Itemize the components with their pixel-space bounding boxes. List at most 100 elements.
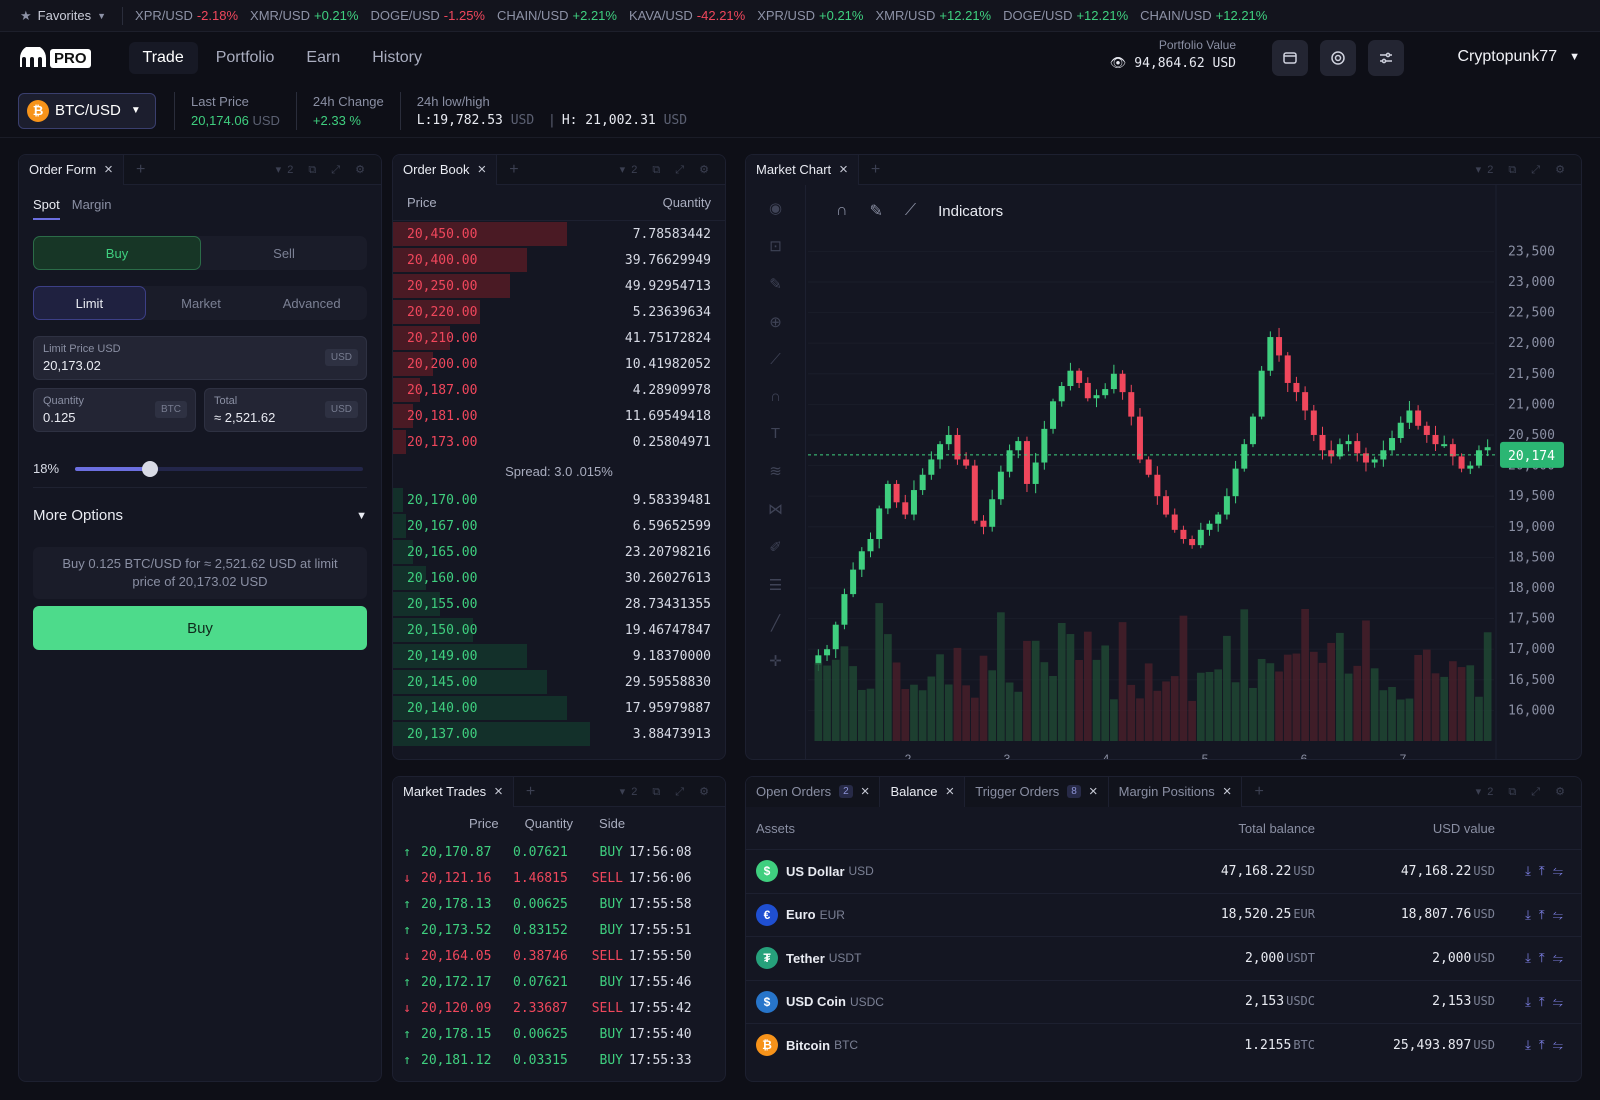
- candlestick-chart[interactable]: 23,500 23,000 22,500 22,000 21,500 21,000 20,5…: [746, 185, 1582, 760]
- deposit-icon[interactable]: ⤓: [1525, 863, 1539, 878]
- bid-row[interactable]: 20,150.00 19.46747847: [393, 617, 725, 643]
- transfer-icon[interactable]: ⇋: [1553, 950, 1571, 965]
- support-button[interactable]: [1320, 40, 1356, 76]
- transfer-icon[interactable]: ⇋: [1553, 1037, 1571, 1052]
- limit-type-tab[interactable]: Limit: [33, 286, 146, 320]
- close-icon[interactable]: ×: [104, 161, 113, 178]
- transfer-icon[interactable]: ⇋: [1553, 863, 1571, 878]
- add-tab-icon[interactable]: +: [509, 161, 518, 179]
- withdraw-icon[interactable]: ⤒: [1539, 863, 1553, 878]
- close-icon[interactable]: ×: [494, 783, 503, 800]
- ask-row[interactable]: 20,173.00 0.25804971: [393, 429, 725, 455]
- ticker-item[interactable]: DOGE/USD +12.21%: [1003, 8, 1128, 23]
- nav-link-earn[interactable]: Earn: [292, 42, 354, 74]
- transfer-icon[interactable]: ⇋: [1553, 907, 1571, 922]
- bid-row[interactable]: 20,145.00 29.59558830: [393, 669, 725, 695]
- limit-price-value[interactable]: 20,173.02: [43, 358, 357, 373]
- logo[interactable]: PRO: [18, 47, 91, 69]
- bid-row[interactable]: 20,170.00 9.58339481: [393, 487, 725, 513]
- ask-row[interactable]: 20,187.00 4.28909978: [393, 377, 725, 403]
- tab-market-trades[interactable]: Market Trades ×: [393, 777, 514, 807]
- ticker-item[interactable]: XMR/USD +12.21%: [875, 8, 991, 23]
- add-tab-icon[interactable]: +: [526, 783, 535, 801]
- bid-row[interactable]: 20,149.00 9.18370000: [393, 643, 725, 669]
- ask-row[interactable]: 20,220.00 5.23639634: [393, 299, 725, 325]
- slider-handle[interactable]: [142, 460, 159, 477]
- close-icon[interactable]: ×: [861, 783, 870, 800]
- ask-row[interactable]: 20,400.00 39.76629949: [393, 247, 725, 273]
- nav-link-history[interactable]: History: [358, 42, 436, 74]
- submit-buy-button[interactable]: Buy: [33, 606, 367, 650]
- withdraw-icon[interactable]: ⤒: [1539, 1037, 1553, 1052]
- panel-controls-icon[interactable]: ▾2 ⧉ ⤢ ⚙: [1476, 163, 1571, 177]
- quantity-slider[interactable]: 18%: [33, 460, 363, 477]
- market-type-tab[interactable]: Market: [146, 286, 257, 320]
- ticker-item[interactable]: DOGE/USD -1.25%: [370, 8, 485, 23]
- deposit-icon[interactable]: ⤓: [1525, 907, 1539, 922]
- ticker-item[interactable]: KAVA/USD -42.21%: [629, 8, 745, 23]
- withdraw-icon[interactable]: ⤒: [1539, 994, 1553, 1009]
- balance-row[interactable]: ₮ Tether USDT 2,000 USDT 2,000 USD ⤓⤒⇋: [746, 936, 1581, 980]
- tab-spot[interactable]: Spot: [33, 197, 60, 220]
- bid-row[interactable]: 20,165.00 23.20798216: [393, 539, 725, 565]
- close-icon[interactable]: ×: [477, 161, 486, 178]
- deposit-icon[interactable]: ⤓: [1525, 994, 1539, 1009]
- tab-margin[interactable]: Margin: [72, 197, 112, 220]
- add-tab-icon[interactable]: +: [136, 161, 145, 179]
- withdraw-icon[interactable]: ⤒: [1539, 907, 1553, 922]
- panel-controls-icon[interactable]: ▾2 ⧉ ⤢ ⚙: [620, 785, 715, 799]
- tab-balance[interactable]: Balance ×: [880, 777, 966, 807]
- more-options-toggle[interactable]: More Options ▼: [33, 507, 367, 524]
- bid-row[interactable]: 20,137.00 3.88473913: [393, 721, 725, 747]
- balance-row[interactable]: ₿ Bitcoin BTC 1.2155 BTC 25,493.897 USD ⤓⤒⇋: [746, 1023, 1581, 1067]
- ticker-item[interactable]: CHAIN/USD +2.21%: [497, 8, 617, 23]
- ask-row[interactable]: 20,210.00 41.75172824: [393, 325, 725, 351]
- bid-row[interactable]: 20,160.00 30.26027613: [393, 565, 725, 591]
- panel-controls-icon[interactable]: ▾2 ⧉ ⤢ ⚙: [1476, 785, 1571, 799]
- advanced-type-tab[interactable]: Advanced: [256, 286, 367, 320]
- pair-selector[interactable]: ₿ BTC/USD ▼: [18, 92, 156, 129]
- tab-order-book[interactable]: Order Book ×: [393, 155, 498, 185]
- deposit-icon[interactable]: ⤓: [1525, 1037, 1539, 1052]
- slider-track[interactable]: [75, 460, 363, 477]
- ticker-item[interactable]: XPR/USD +0.21%: [757, 8, 863, 23]
- ticker-item[interactable]: XPR/USD -2.18%: [135, 8, 238, 23]
- nav-link-portfolio[interactable]: Portfolio: [202, 42, 289, 74]
- eye-icon[interactable]: 👁: [1110, 56, 1127, 71]
- add-tab-icon[interactable]: +: [1254, 783, 1263, 801]
- balance-row[interactable]: € Euro EUR 18,520.25 EUR 18,807.76 USD ⤓⤒⇋: [746, 892, 1581, 937]
- favorites-dropdown[interactable]: ★ Favorites ▼: [0, 6, 124, 25]
- ticker-item[interactable]: XMR/USD +0.21%: [250, 8, 358, 23]
- panel-controls-icon[interactable]: ▾2 ⧉ ⤢ ⚙: [276, 163, 371, 177]
- balance-row[interactable]: $ USD Coin USDC 2,153 USDC 2,153 USD ⤓⤒⇋: [746, 979, 1581, 1024]
- close-icon[interactable]: ×: [945, 783, 954, 800]
- tab-trigger-orders[interactable]: Trigger Orders 8 ×: [965, 777, 1109, 807]
- deposit-icon[interactable]: ⤓: [1525, 950, 1539, 965]
- bid-row[interactable]: 20,155.00 28.73431355: [393, 591, 725, 617]
- ask-row[interactable]: 20,200.00 10.41982052: [393, 351, 725, 377]
- tab-margin-positions[interactable]: Margin Positions ×: [1108, 777, 1243, 807]
- bid-row[interactable]: 20,167.00 6.59652599: [393, 513, 725, 539]
- limit-price-field[interactable]: Limit Price USD 20,173.02 USD: [33, 336, 367, 380]
- settings-button[interactable]: [1368, 40, 1404, 76]
- sell-toggle[interactable]: Sell: [201, 236, 367, 270]
- withdraw-icon[interactable]: ⤒: [1539, 950, 1553, 965]
- nav-link-trade[interactable]: Trade: [128, 42, 198, 74]
- buy-toggle[interactable]: Buy: [33, 236, 201, 270]
- ask-row[interactable]: 20,250.00 49.92954713: [393, 273, 725, 299]
- close-icon[interactable]: ×: [1223, 783, 1232, 800]
- transfer-icon[interactable]: ⇋: [1553, 994, 1571, 1009]
- add-tab-icon[interactable]: +: [871, 161, 880, 179]
- close-icon[interactable]: ×: [1089, 783, 1098, 800]
- tab-open-orders[interactable]: Open Orders 2 ×: [746, 777, 881, 807]
- total-field[interactable]: Total ≈ 2,521.62 USD: [204, 388, 367, 432]
- balance-row[interactable]: $ US Dollar USD 47,168.22 USD 47,168.22 USD ⤓⤒⇋: [746, 849, 1581, 893]
- ticker-item[interactable]: CHAIN/USD +12.21%: [1140, 8, 1267, 23]
- user-menu[interactable]: Cryptopunk77 ▼: [1457, 48, 1580, 66]
- bid-row[interactable]: 20,140.00 17.95979887: [393, 695, 725, 721]
- ask-row[interactable]: 20,181.00 11.69549418: [393, 403, 725, 429]
- ask-row[interactable]: 20,450.00 7.78583442: [393, 221, 725, 247]
- tab-market-chart[interactable]: Market Chart ×: [746, 155, 859, 185]
- quantity-field[interactable]: Quantity 0.125 BTC: [33, 388, 196, 432]
- close-icon[interactable]: ×: [839, 161, 848, 178]
